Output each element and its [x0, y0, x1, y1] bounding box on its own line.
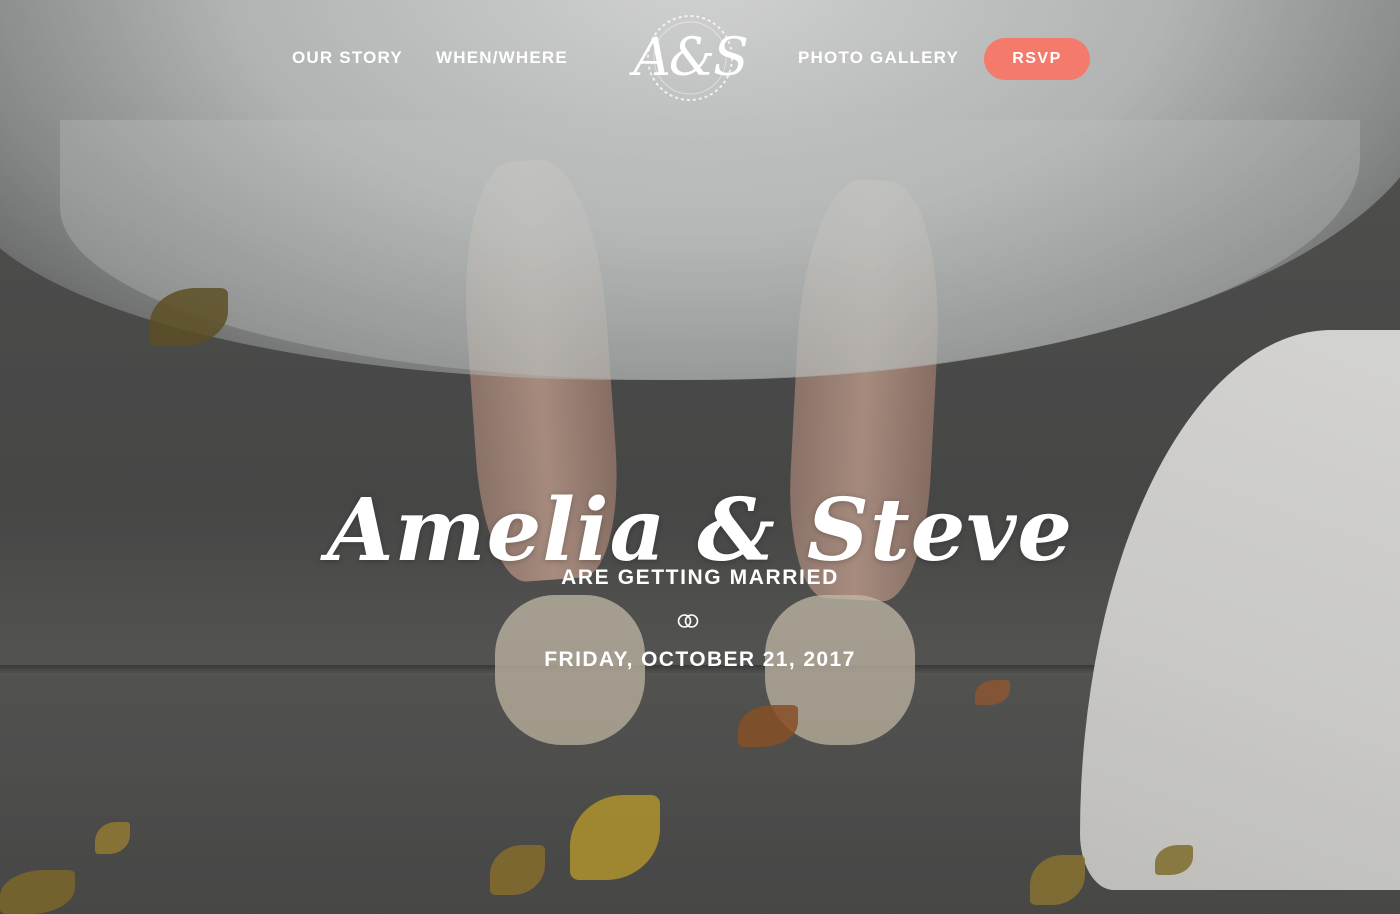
wedding-rings-icon	[677, 614, 699, 628]
nav-link-our-story[interactable]: OUR STORY	[292, 48, 403, 68]
monogram-logo[interactable]: A&S	[606, 10, 774, 110]
hero-background	[0, 0, 1400, 914]
hero-overlay	[0, 0, 1400, 914]
main-nav: OUR STORY WHEN/WHERE A&S PHOTO GALLERY R…	[0, 0, 1400, 120]
logo-monogram: A&S	[633, 28, 748, 88]
wedding-date: FRIDAY, OCTOBER 21, 2017	[544, 648, 856, 671]
nav-link-when-where[interactable]: WHEN/WHERE	[436, 48, 568, 68]
nav-link-photo-gallery[interactable]: PHOTO GALLERY	[798, 48, 959, 68]
hero-subtitle: ARE GETTING MARRIED	[561, 566, 839, 589]
rsvp-button[interactable]: RSVP	[984, 38, 1090, 80]
